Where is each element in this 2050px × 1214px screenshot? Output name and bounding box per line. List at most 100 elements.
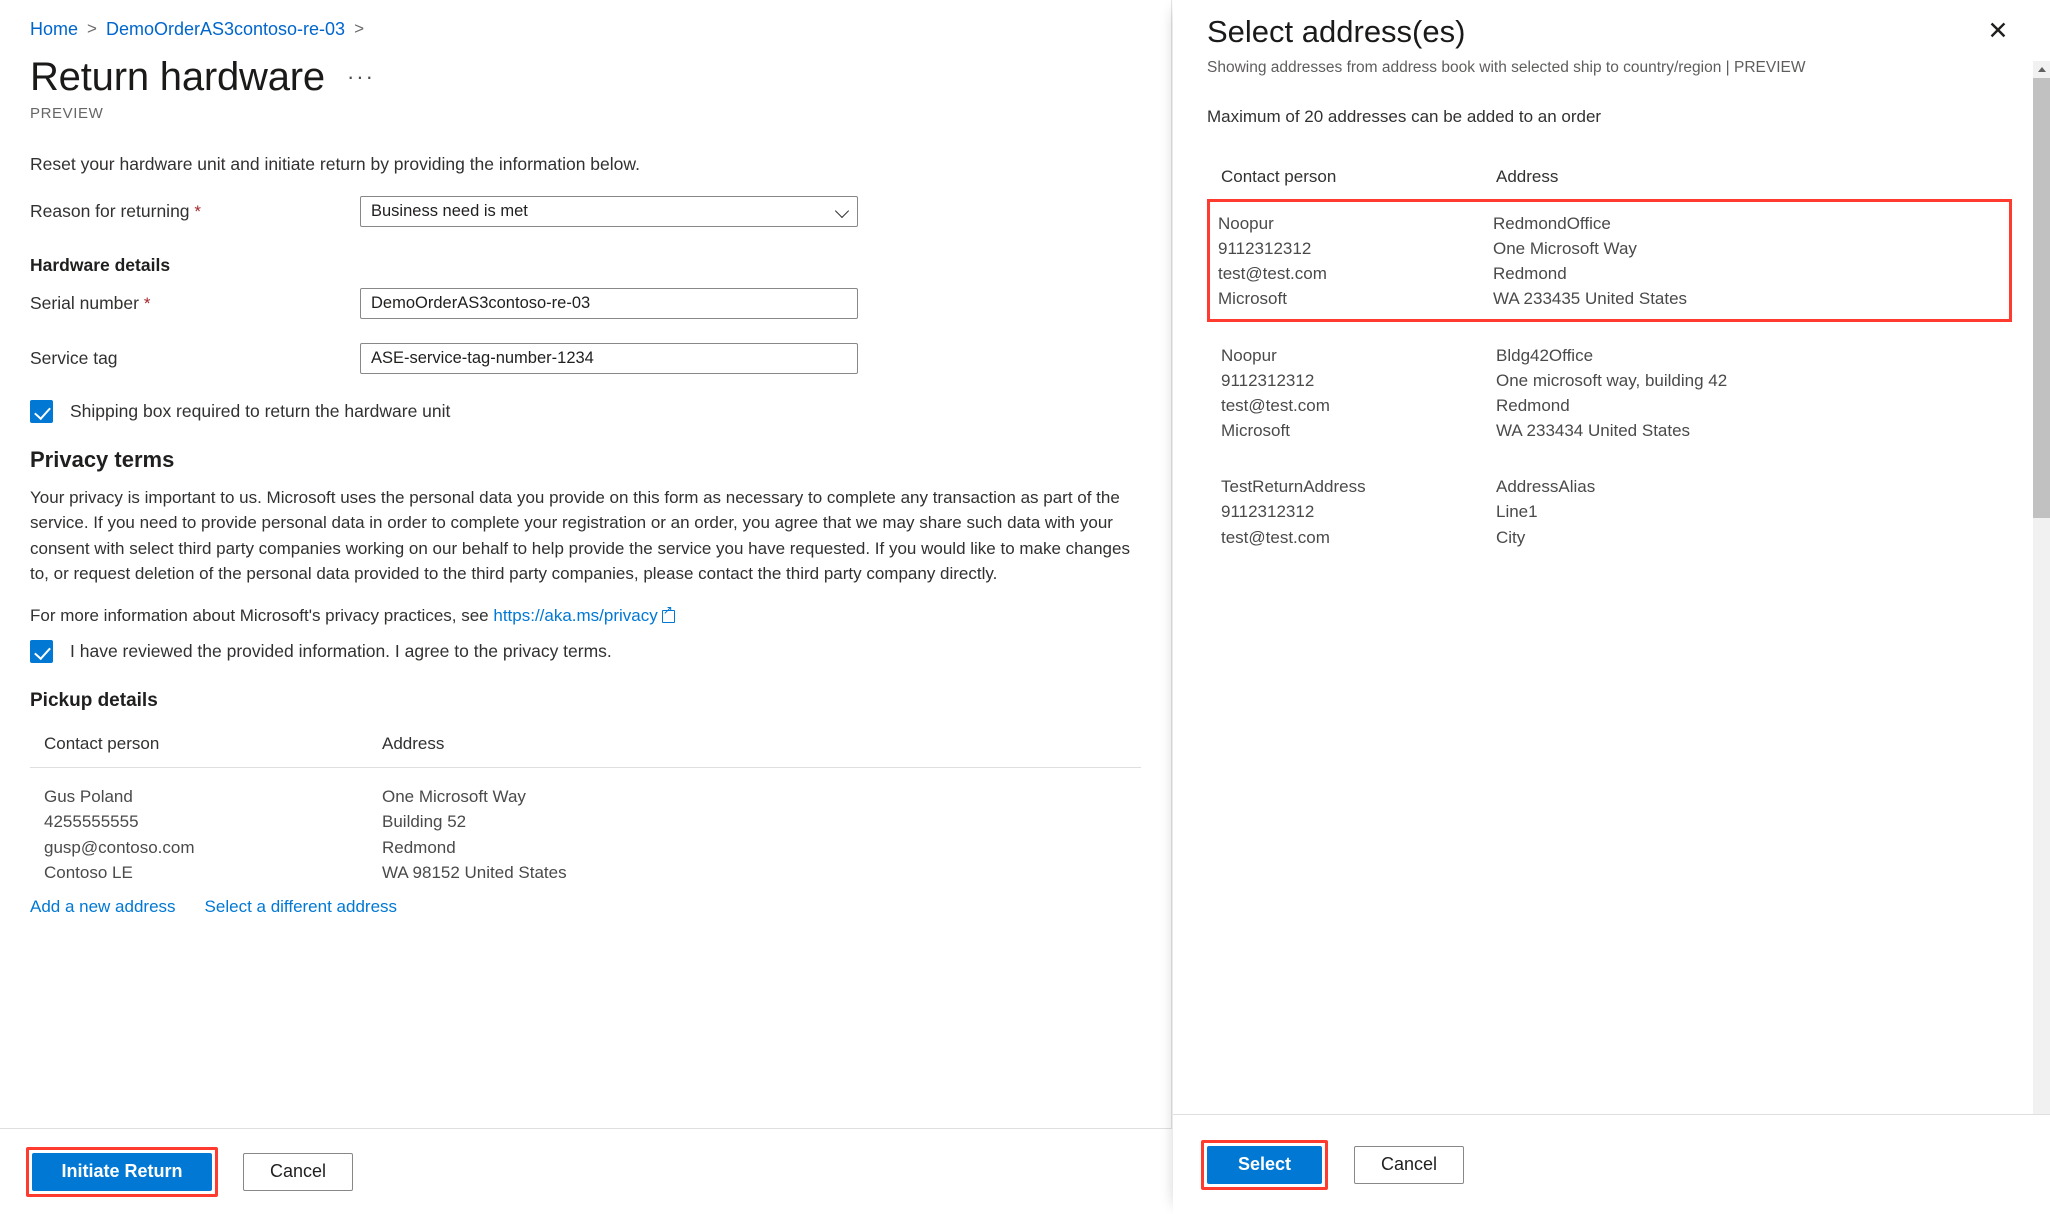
serial-field-wrap — [360, 288, 858, 319]
reason-selected-value: Business need is met — [371, 202, 528, 220]
address-0-contact-line-1: 9112312312 — [1218, 239, 1312, 259]
more-options-icon[interactable]: ··· — [347, 64, 375, 98]
reason-required-indicator: * — [194, 202, 202, 221]
list-item[interactable]: TestReturnAddress 9112312312 test@test.c… — [1207, 453, 2012, 559]
address-1-contact-line-1: 9112312312 — [1221, 370, 1315, 390]
pickup-details-heading: Pickup details — [30, 690, 158, 712]
address-1-address-line-2: Redmond — [1496, 395, 1570, 415]
address-1-contact-line-0: Noopur — [1221, 345, 1277, 365]
service-tag-label: Service tag — [30, 348, 118, 368]
address-2-address-line-1: Line1 — [1496, 502, 1538, 522]
panel-scrollbar[interactable] — [2033, 61, 2050, 1114]
serial-number-row: Serial number * — [30, 288, 1141, 319]
serial-number-input[interactable] — [360, 288, 858, 319]
reason-for-returning-row: Reason for returning * Business need is … — [30, 196, 1141, 227]
addresses-header-address: Address — [1496, 167, 1559, 186]
address-1-contact: Noopur 9112312312 test@test.com Microsof… — [1221, 343, 1496, 444]
pickup-header-contact: Contact person — [44, 734, 160, 754]
address-2-contact-line-2: test@test.com — [1221, 527, 1330, 547]
max-addresses-note: Maximum of 20 addresses can be added to … — [1207, 107, 1602, 126]
initiate-return-button[interactable]: Initiate Return — [32, 1152, 212, 1191]
scrollbar-up-arrow-icon[interactable] — [2033, 61, 2050, 78]
serial-label: Serial number * — [30, 293, 360, 314]
privacy-more-prefix: For more information about Microsoft's p… — [30, 606, 494, 626]
breadcrumb-order[interactable]: DemoOrderAS3contoso-re-03 — [106, 19, 345, 40]
page-title: Return hardware — [30, 55, 325, 99]
right-footer-bar: Select Cancel — [1173, 1114, 2050, 1214]
address-2-address-line-2: City — [1496, 527, 1526, 547]
pickup-address-line-3: WA 98152 United States — [382, 862, 567, 882]
pickup-details-table: Contact person Address Gus Poland 425555… — [30, 734, 1141, 917]
select-addresses-subtitle: Showing addresses from address book with… — [1207, 59, 1806, 76]
addresses-list-body: Contact person Address Noopur 9112312312… — [1173, 126, 2012, 1114]
pickup-address-line-2: Redmond — [382, 837, 456, 857]
privacy-agree-checkbox-row[interactable]: I have reviewed the provided information… — [30, 640, 1141, 664]
service-tag-field-wrap — [360, 343, 858, 374]
pickup-address-line-0: One Microsoft Way — [382, 787, 526, 807]
shipping-box-checkbox[interactable] — [30, 400, 53, 423]
initiate-return-highlight: Initiate Return — [26, 1146, 218, 1197]
reason-label-text: Reason for returning — [30, 201, 190, 221]
address-0-address-line-1: One Microsoft Way — [1493, 239, 1637, 259]
intro-text: Reset your hardware unit and initiate re… — [30, 154, 640, 174]
address-2-address-line-0: AddressAlias — [1496, 477, 1596, 497]
addresses-table-header: Contact person Address — [1207, 126, 2012, 199]
address-0-address-line-3: WA 233435 United States — [1493, 289, 1688, 309]
address-actions: Add a new address Select a different add… — [30, 889, 1141, 917]
privacy-more-info: For more information about Microsoft's p… — [30, 604, 1141, 626]
privacy-agree-checkbox[interactable] — [30, 640, 53, 664]
privacy-terms-text: Your privacy is important to us. Microso… — [30, 488, 1130, 583]
address-2-address: AddressAlias Line1 City — [1496, 474, 1595, 549]
add-new-address-link[interactable]: Add a new address — [30, 897, 176, 917]
pickup-address-cell: One Microsoft Way Building 52 Redmond WA… — [382, 784, 567, 885]
select-addresses-panel: Select address(es) Showing addresses fro… — [1173, 0, 2050, 1214]
list-item[interactable]: Noopur 9112312312 test@test.com Microsof… — [1207, 199, 2012, 322]
address-1-address: Bldg42Office One microsoft way, building… — [1496, 343, 1727, 444]
left-cancel-button[interactable]: Cancel — [243, 1152, 353, 1191]
address-0-contact: Noopur 9112312312 test@test.com Microsof… — [1218, 211, 1493, 312]
pickup-contact-line-2: gusp@contoso.com — [44, 837, 195, 857]
breadcrumb: Home > DemoOrderAS3contoso-re-03 > — [30, 14, 1141, 44]
address-2-contact: TestReturnAddress 9112312312 test@test.c… — [1221, 474, 1496, 549]
address-0-contact-line-0: Noopur — [1218, 214, 1274, 233]
scrollbar-thumb[interactable] — [2033, 78, 2050, 518]
return-hardware-panel: Home > DemoOrderAS3contoso-re-03 > Retur… — [0, 0, 1172, 1214]
left-footer-bar: Initiate Return Cancel — [0, 1128, 1172, 1214]
address-2-contact-line-1: 9112312312 — [1221, 502, 1315, 522]
address-2-contact-line-0: TestReturnAddress — [1221, 477, 1366, 497]
pickup-contact-line-0: Gus Poland — [44, 787, 133, 807]
address-0-address-line-2: Redmond — [1493, 264, 1567, 284]
select-addresses-header: Select address(es) Showing addresses fro… — [1173, 0, 2050, 77]
address-0-address-line-0: RedmondOffice — [1493, 214, 1611, 233]
right-cancel-button[interactable]: Cancel — [1354, 1145, 1464, 1184]
privacy-policy-link[interactable]: https://aka.ms/privacy — [493, 606, 657, 625]
left-panel-content: Home > DemoOrderAS3contoso-re-03 > Retur… — [0, 0, 1171, 1128]
breadcrumb-chevron-icon-2: > — [354, 19, 364, 38]
pickup-header-address: Address — [382, 734, 445, 754]
address-0-contact-line-3: Microsoft — [1218, 289, 1287, 309]
privacy-agree-checkbox-label: I have reviewed the provided information… — [70, 641, 612, 662]
select-addresses-title: Select address(es) — [1207, 14, 1466, 49]
address-1-contact-line-2: test@test.com — [1221, 395, 1330, 415]
select-different-address-link[interactable]: Select a different address — [205, 897, 397, 917]
select-button[interactable]: Select — [1207, 1145, 1322, 1184]
service-tag-row: Service tag — [30, 343, 1141, 374]
reason-label: Reason for returning * — [30, 201, 360, 222]
select-button-highlight: Select — [1201, 1139, 1328, 1190]
address-0-contact-line-2: test@test.com — [1218, 264, 1327, 284]
address-1-address-line-0: Bldg42Office — [1496, 345, 1594, 365]
breadcrumb-home[interactable]: Home — [30, 19, 78, 40]
close-icon[interactable]: ✕ — [1981, 14, 2015, 48]
address-1-address-line-1: One microsoft way, building 42 — [1496, 370, 1728, 390]
service-tag-input[interactable] — [360, 343, 858, 374]
pickup-contact-line-3: Contoso LE — [44, 862, 133, 882]
serial-label-text: Serial number — [30, 293, 139, 313]
pickup-table-header: Contact person Address — [30, 734, 1141, 767]
privacy-terms-heading: Privacy terms — [30, 447, 175, 472]
shipping-box-checkbox-row[interactable]: Shipping box required to return the hard… — [30, 400, 1141, 423]
external-link-icon — [661, 604, 676, 624]
hardware-details-heading: Hardware details — [30, 255, 171, 275]
reason-select[interactable]: Business need is met — [360, 196, 858, 227]
address-1-address-line-3: WA 233434 United States — [1496, 421, 1691, 441]
list-item[interactable]: Noopur 9112312312 test@test.com Microsof… — [1207, 322, 2012, 454]
